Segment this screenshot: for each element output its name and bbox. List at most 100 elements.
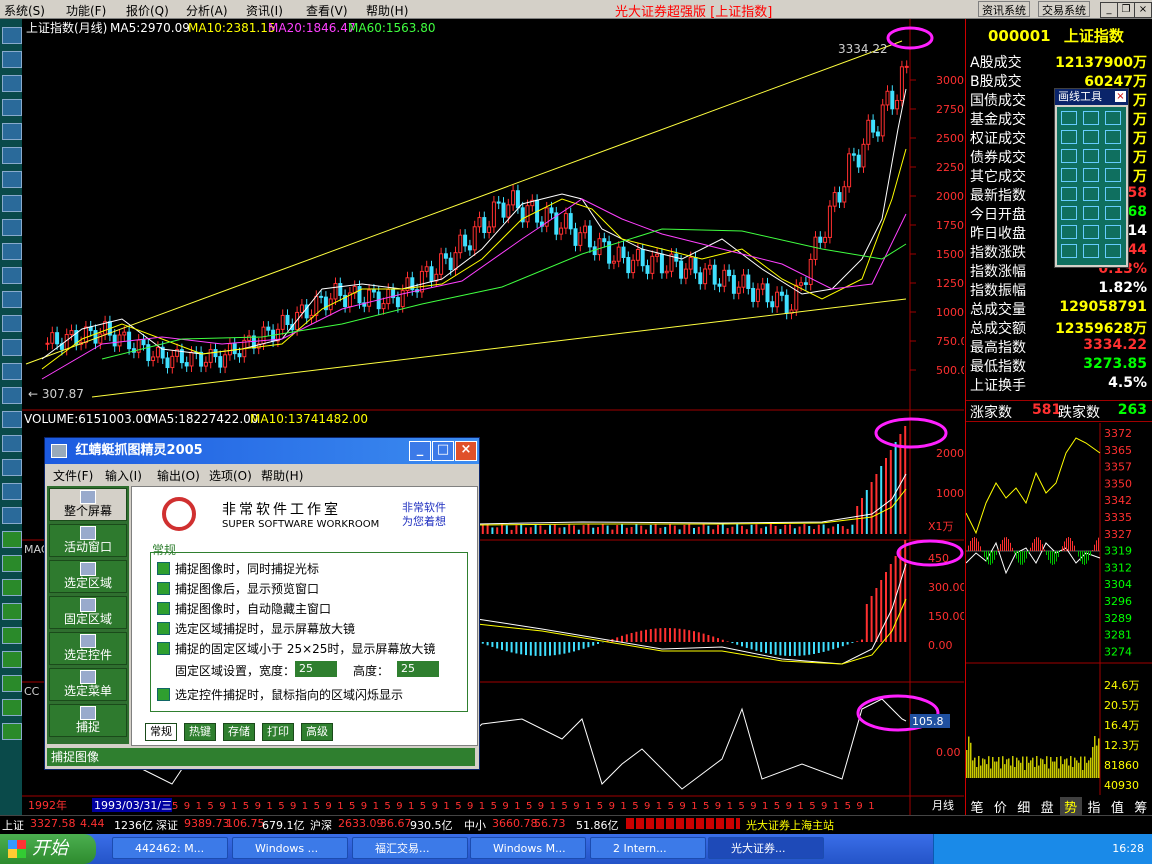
toolbar-icon[interactable] <box>2 435 22 452</box>
toolbar-icon[interactable] <box>2 147 22 164</box>
close-icon[interactable]: × <box>1134 2 1152 18</box>
capture-mode-button[interactable]: 捕捉 <box>49 704 127 737</box>
start-button[interactable]: 开始 <box>0 834 96 864</box>
draw-tool-icon[interactable] <box>1083 225 1099 239</box>
minimize-icon[interactable]: _ <box>1100 2 1118 18</box>
menu-function[interactable]: 功能(F) <box>66 2 106 19</box>
draw-tool-icon[interactable] <box>1105 111 1121 125</box>
checkbox-icon[interactable] <box>157 688 170 701</box>
draw-tool-icon[interactable] <box>1083 206 1099 220</box>
dialog-tab[interactable]: 常规 <box>145 723 177 741</box>
option-checkbox[interactable]: 捕捉图像后，显示预览窗口 <box>157 579 467 597</box>
menu-info[interactable]: 资讯(I) <box>246 2 283 19</box>
option-checkbox[interactable]: 选定区域捕捉时，显示屏幕放大镜 <box>157 619 467 637</box>
toolbar-icon[interactable] <box>2 195 22 212</box>
toolbar-icon[interactable] <box>2 411 22 428</box>
dialog-menu-item[interactable]: 输出(O) <box>157 467 200 484</box>
panel-tab[interactable]: 势 <box>1059 797 1082 816</box>
dialog-close-icon[interactable]: × <box>455 441 477 461</box>
checkbox-icon[interactable] <box>157 622 170 635</box>
draw-tool-icon[interactable] <box>1061 225 1077 239</box>
toolbar-icon[interactable] <box>2 27 22 44</box>
info-system-button[interactable]: 资讯系统 <box>978 1 1030 17</box>
close-icon[interactable]: × <box>1115 91 1126 102</box>
capture-mode-button[interactable]: 固定区域 <box>49 596 127 629</box>
option-checkbox[interactable]: 捕捉图像时，自动隐藏主窗口 <box>157 599 467 617</box>
taskbar-item[interactable]: 2 Intern... <box>590 837 706 859</box>
panel-tab[interactable]: 笔 <box>966 797 988 816</box>
draw-tool-icon[interactable] <box>1105 168 1121 182</box>
dialog-tab[interactable]: 打印 <box>262 723 294 741</box>
toolbar-icon[interactable] <box>2 171 22 188</box>
dialog-tab[interactable]: 高级 <box>301 723 333 741</box>
draw-tool-icon[interactable] <box>1061 206 1077 220</box>
draw-tool-icon[interactable] <box>1061 244 1077 258</box>
dialog-menu-item[interactable]: 文件(F) <box>53 467 93 484</box>
trade-system-button[interactable]: 交易系统 <box>1038 1 1090 17</box>
taskbar-item[interactable]: 442462: M... <box>112 837 228 859</box>
toolbar-icon[interactable] <box>2 75 22 92</box>
toolbar-icon[interactable] <box>2 483 22 500</box>
height-spin[interactable]: 25 <box>397 661 439 677</box>
menu-view[interactable]: 查看(V) <box>306 2 348 19</box>
capture-mode-button[interactable]: 选定区域 <box>49 560 127 593</box>
dialog-menu-item[interactable]: 帮助(H) <box>261 467 303 484</box>
panel-tab[interactable]: 盘 <box>1036 797 1059 816</box>
option-checkbox[interactable]: 捕捉图像时，同时捕捉光标 <box>157 559 467 577</box>
draw-tool-icon[interactable] <box>1083 111 1099 125</box>
toolbar-icon[interactable] <box>2 219 22 236</box>
panel-tab[interactable]: 细 <box>1012 797 1035 816</box>
toolbar-icon[interactable] <box>2 123 22 140</box>
toolbar-icon[interactable] <box>2 723 22 740</box>
panel-tab[interactable]: 筹 <box>1129 797 1152 816</box>
draw-tool-icon[interactable] <box>1083 130 1099 144</box>
toolbar-icon[interactable] <box>2 339 22 356</box>
capture-mode-button[interactable]: 选定菜单 <box>49 668 127 701</box>
dialog-menu-item[interactable]: 输入(I) <box>105 467 142 484</box>
toolbar-icon[interactable] <box>2 603 22 620</box>
width-spin[interactable]: 25 <box>295 661 337 677</box>
capture-mode-button[interactable]: 整个屏幕 <box>49 488 127 521</box>
toolbar-icon[interactable] <box>2 507 22 524</box>
checkbox-icon[interactable] <box>157 582 170 595</box>
draw-tool-icon[interactable] <box>1105 206 1121 220</box>
checkbox-icon[interactable] <box>157 562 170 575</box>
capture-mode-button[interactable]: 活动窗口 <box>49 524 127 557</box>
draw-tool-icon[interactable] <box>1083 187 1099 201</box>
menu-system[interactable]: 系统(S) <box>4 2 45 19</box>
capture-mode-button[interactable]: 选定控件 <box>49 632 127 665</box>
draw-tool-icon[interactable] <box>1105 149 1121 163</box>
draw-tool-icon[interactable] <box>1083 168 1099 182</box>
toolbar-icon[interactable] <box>2 579 22 596</box>
draw-tool-icon[interactable] <box>1061 130 1077 144</box>
menu-analysis[interactable]: 分析(A) <box>186 2 228 19</box>
toolbar-icon[interactable] <box>2 99 22 116</box>
toolbar-icon[interactable] <box>2 531 22 548</box>
toolbar-icon[interactable] <box>2 699 22 716</box>
panel-tab[interactable]: 指 <box>1083 797 1105 816</box>
toolbar-icon[interactable] <box>2 387 22 404</box>
dialog-tab[interactable]: 存储 <box>223 723 255 741</box>
draw-tool-icon[interactable] <box>1105 225 1121 239</box>
drawing-tool-grid[interactable] <box>1057 107 1126 265</box>
draw-tool-icon[interactable] <box>1105 244 1121 258</box>
menu-help[interactable]: 帮助(H) <box>366 2 408 19</box>
checkbox-icon[interactable] <box>157 602 170 615</box>
dialog-menu-item[interactable]: 选项(O) <box>209 467 252 484</box>
toolbar-icon[interactable] <box>2 291 22 308</box>
checkbox-icon[interactable] <box>157 642 170 655</box>
dialog-minimize-icon[interactable]: _ <box>409 441 431 461</box>
draw-tool-icon[interactable] <box>1105 187 1121 201</box>
panel-tab[interactable]: 价 <box>989 797 1012 816</box>
toolbar-icon[interactable] <box>2 555 22 572</box>
taskbar-item[interactable]: Windows M... <box>470 837 586 859</box>
toolbar-icon[interactable] <box>2 315 22 332</box>
toolbar-icon[interactable] <box>2 267 22 284</box>
toolbar-icon[interactable] <box>2 243 22 260</box>
draw-tool-icon[interactable] <box>1083 149 1099 163</box>
panel-tab[interactable]: 值 <box>1106 797 1129 816</box>
taskbar-item[interactable]: 光大证券... <box>708 837 824 859</box>
toolbar-icon[interactable] <box>2 459 22 476</box>
drawing-tool-palette[interactable]: 画线工具 × <box>1054 88 1129 268</box>
draw-tool-icon[interactable] <box>1061 149 1077 163</box>
